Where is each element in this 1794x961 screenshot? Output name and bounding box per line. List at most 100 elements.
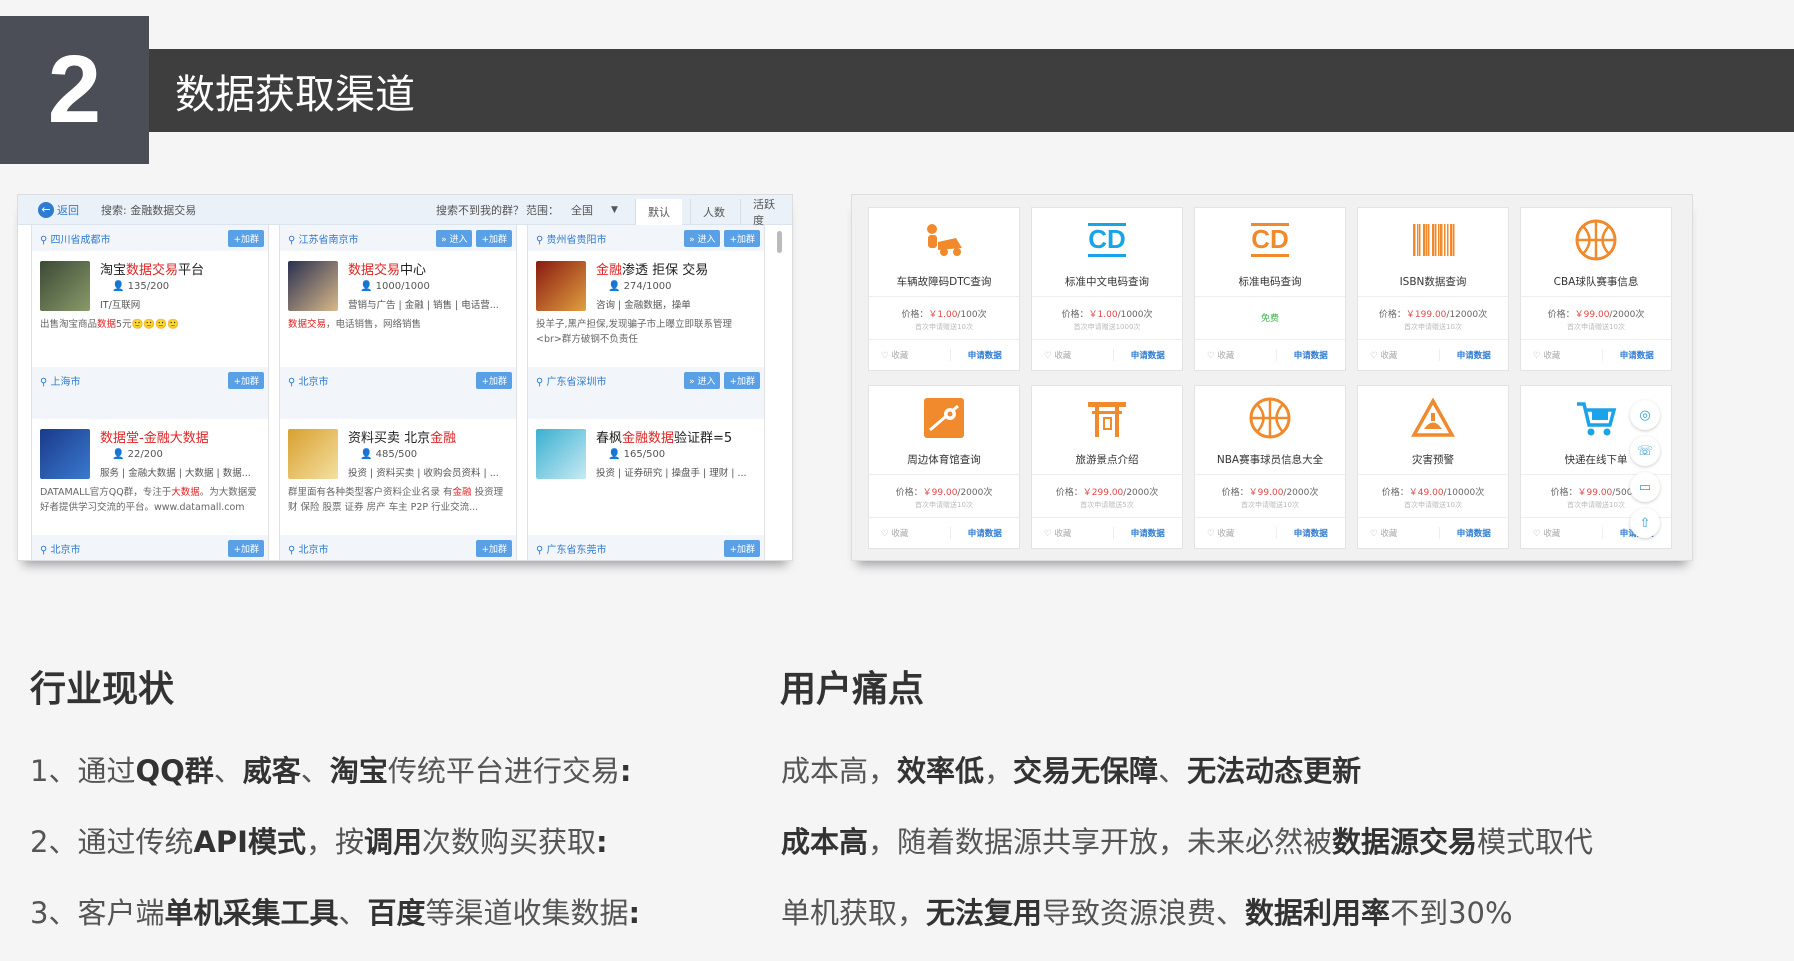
api-card[interactable]: CBA球队赛事信息 价格：￥99.00/2000次 首次申请赠送10次 ♡ 收藏 申请数… [1520,207,1672,371]
enter-button[interactable]: » 进入 [684,371,721,389]
favorite-button[interactable]: ♡ 收藏 [869,527,950,539]
car-repair-icon [920,216,968,264]
text-segment: QQ群 [135,754,214,788]
group-name[interactable]: 春枫金融数据验证群=5 [596,427,732,446]
favorite-button[interactable]: ♡ 收藏 [1032,527,1113,539]
group-name[interactable]: 数据堂-金融大数据 [100,427,209,446]
text-segment: 1、通过 [30,754,136,788]
join-group-button[interactable]: +加群 [476,539,512,557]
join-group-button[interactable]: +加群 [724,229,760,247]
group-name-part: 淘宝 [100,263,127,278]
pain-line: 成本高，随着数据源共享开放，未来必然被数据源交易模式取代 [781,819,1593,861]
group-card-body: 淘宝数据交易平台 👤 135/200 IT/互联网 出售淘宝商品数据5元🙂🙂🙂🙂 [32,251,268,367]
apply-data-button[interactable]: 申请数据 [1438,527,1509,539]
card-footer: ♡ 收藏申请数据 [1032,518,1182,548]
group-actions: +加群 [476,371,512,389]
api-card[interactable]: ISBN数据查询 价格：￥199.00/12000次 首次申请赠送10次 ♡ 收藏 申请… [1357,207,1509,371]
api-card[interactable]: NBA赛事球员信息大全 价格：￥99.00/2000次 首次申请赠送10次 ♡ 收藏申… [1194,385,1346,549]
price-box: 价格：￥1.00/100次 首次申请赠送10次 [869,296,1019,340]
group-card[interactable]: 数据堂-金融大数据 👤 22/200 服务 | 金融大数据 | 大数据 | 数据..… [31,393,269,560]
group-card[interactable]: 资料买卖 北京金融 👤 485/500 投资 | 资料买卖 | 收购会员资料 | .… [279,393,517,560]
text-segment: 效率低 [897,754,985,788]
group-card[interactable]: ⚲ 贵州省贵阳市» 进入 +加群 金融渗透 拒保 交易 👤 274/1000 咨询 | … [527,225,765,393]
chevron-down-icon[interactable]: ▼ [611,205,618,215]
pain-line: 单机获取，无法复用导致资源浪费、数据利用率不到30% [781,890,1513,932]
group-card-header: ⚲ 江苏省南京市 » 进入 +加群 [280,225,516,251]
phone-icon[interactable]: ☏ [1630,436,1660,466]
price-text: 价格：￥1.00/1000次 [1032,307,1182,320]
group-avatar [536,261,586,311]
join-group-button[interactable]: +加群 [476,371,512,389]
back-button[interactable]: ← 返回 [38,201,79,218]
industry-line: 2、通过传统API模式，按调用次数购买获取: [30,819,608,861]
chat-icon[interactable]: ▭ [1630,472,1660,502]
cd-icon-orange: CD [1246,216,1294,264]
group-name[interactable]: 淘宝数据交易平台 [100,259,204,278]
favorite-button[interactable]: ♡ 收藏 [1521,349,1602,361]
favorite-button[interactable]: ♡ 收藏 [869,349,950,361]
apply-data-button[interactable]: 申请数据 [949,349,1020,361]
scrollbar[interactable] [777,231,782,253]
join-group-button[interactable]: +加群 [228,371,264,389]
api-card[interactable]: CD 标准电码查询 免费 ♡ 收藏 申请数据 [1194,207,1346,371]
group-card[interactable]: ⚲ 江苏省南京市» 进入 +加群 数据交易中心 👤 1000/1000 营销与广告 | … [279,225,517,393]
apply-data-button[interactable]: 申请数据 [1275,527,1346,539]
group-card[interactable]: 春枫金融数据验证群=5 👤 165/500 投资 | 证券研究 | 操盘手 | 理财… [527,393,765,560]
text-segment: : [619,754,632,788]
group-actions: +加群 [228,229,264,247]
qq-icon[interactable]: ◎ [1630,400,1660,430]
price-box: 价格：￥49.00/10000次 首次申请赠送10次 [1358,474,1508,518]
pain-heading: 用户痛点 [780,669,925,710]
api-card[interactable]: CD 标准中文电码查询 价格：￥1.00/1000次 首次申请赠送1000次 ♡ 收藏申… [1031,207,1183,371]
sort-tab-activity[interactable]: 活跃度 [740,198,792,227]
group-card[interactable]: ⚲ 四川省成都市 +加群 淘宝数据交易平台 👤 135/200 IT/互联网 出售淘宝商品… [31,225,269,393]
trial-note: 首次申请赠送10次 [915,323,973,331]
apply-data-button[interactable]: 申请数据 [949,527,1020,539]
favorite-button[interactable]: ♡ 收藏 [1195,349,1276,361]
join-group-button[interactable]: +加群 [724,539,760,557]
price-value: ￥99.00 [1248,488,1284,498]
description-part: 群里面有各种类型客户资料企业名录 有 [288,487,453,498]
join-group-button[interactable]: +加群 [228,539,264,557]
apply-data-button[interactable]: 申请数据 [1112,527,1183,539]
text-segment: 单机获取， [781,896,927,930]
text-segment: ，按 [305,825,364,859]
api-card[interactable]: 灾害预警 价格：￥49.00/10000次 首次申请赠送10次 ♡ 收藏 申请数据 [1357,385,1509,549]
favorite-button[interactable]: ♡ 收藏 [1195,527,1276,539]
api-card[interactable]: 车辆故障码DTC查询 价格：￥1.00/100次 首次申请赠送10次 ♡ 收藏 申请数据 [868,207,1020,371]
api-card-grid: 车辆故障码DTC查询 价格：￥1.00/100次 首次申请赠送10次 ♡ 收藏 申请数据… [852,195,1692,549]
favorite-button[interactable]: ♡ 收藏 [1358,527,1439,539]
group-card-header [528,393,764,419]
sort-tab-members[interactable]: 人数 [690,199,737,225]
group-actions: » 进入 +加群 [684,371,760,389]
apply-data-button[interactable]: 申请数据 [1275,349,1346,361]
group-name[interactable]: 数据交易中心 [348,259,426,278]
not-found-link[interactable]: 搜索不到我的群？ [436,202,524,218]
price-value: ￥299.00 [1082,488,1124,498]
apply-data-button[interactable]: 申请数据 [1438,349,1509,361]
favorite-button[interactable]: ♡ 收藏 [1521,527,1602,539]
range-select[interactable]: 全国 [571,202,593,218]
group-name[interactable]: 资料买卖 北京金融 [348,427,456,446]
back-to-top-icon[interactable]: ⇧ [1630,508,1660,538]
sort-tab-default[interactable]: 默认 [635,199,682,225]
enter-button[interactable]: » 进入 [436,229,473,247]
group-avatar [536,429,586,479]
join-group-button[interactable]: +加群 [476,229,512,247]
group-name[interactable]: 金融渗透 拒保 交易 [596,259,708,278]
join-group-button[interactable]: +加群 [228,229,264,247]
price-unit: /100次 [957,310,987,320]
favorite-button[interactable]: ♡ 收藏 [1032,349,1113,361]
apply-data-button[interactable]: 申请数据 [1112,349,1183,361]
text-segment: 等渠道收集数据 [425,896,629,930]
group-tags: 服务 | 金融大数据 | 大数据 | 数据... [100,468,251,479]
price-box: 价格：￥99.00/2000次 首次申请赠送10次 [869,474,1019,518]
api-card[interactable]: 周边体育馆查询 价格：￥99.00/2000次 首次申请赠送10次 ♡ 收藏 申请数据 [868,385,1020,549]
favorite-button[interactable]: ♡ 收藏 [1358,349,1439,361]
api-card[interactable]: 旅游景点介绍 价格：￥299.00/2000次 首次申请赠送5次 ♡ 收藏 申请数据 [1031,385,1183,549]
enter-button[interactable]: » 进入 [684,229,721,247]
join-group-button[interactable]: +加群 [724,371,760,389]
text-segment: 3、客户端 [30,896,165,930]
apply-data-button[interactable]: 申请数据 [1601,349,1672,361]
location-label: ⚲ 北京市 [40,544,81,556]
